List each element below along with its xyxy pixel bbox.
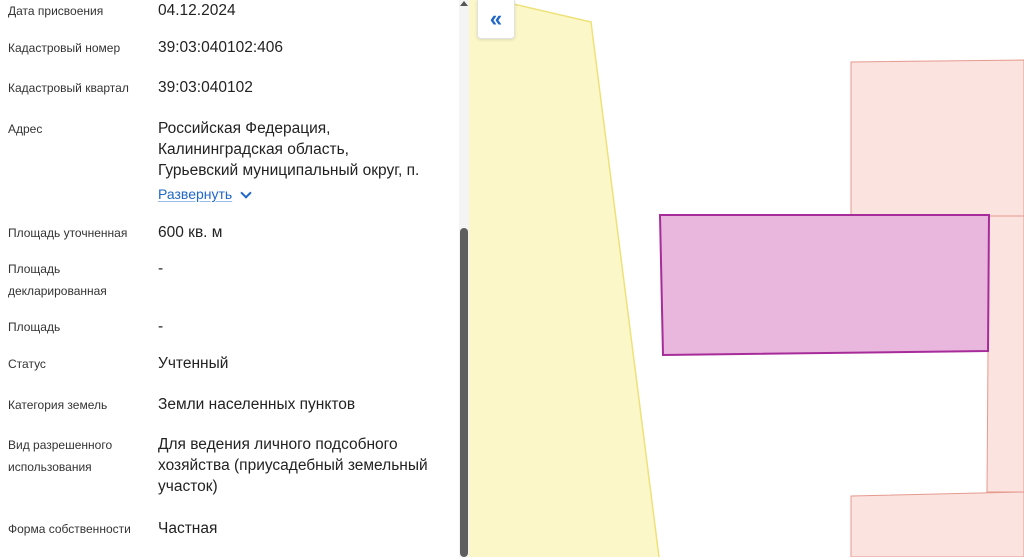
cadastral-map[interactable] <box>469 0 1024 557</box>
field-value: Российская Федерация, Калининградская об… <box>158 118 453 205</box>
field-label: Вид разрешенного использования <box>8 434 112 478</box>
field-value: Частная <box>158 520 218 537</box>
field-value: - <box>158 260 164 277</box>
selected-parcel[interactable] <box>658 214 991 357</box>
collapse-panel-button[interactable]: « <box>477 0 515 39</box>
field-value: 600 кв. м <box>158 224 223 241</box>
field-label: Кадастровый квартал <box>8 81 129 95</box>
label-line: Вид разрешенного <box>8 438 113 452</box>
label-line: Площадь <box>8 262 61 276</box>
panel-scrollbar[interactable] <box>459 0 469 557</box>
field-label: Категория земель <box>8 398 108 412</box>
label-line: использования <box>8 460 92 474</box>
double-chevron-left-icon: « <box>489 6 503 31</box>
address-line: Российская Федерация, <box>158 120 331 137</box>
field-label: Адрес <box>8 122 43 136</box>
field-value: Для ведения личного подсобного хозяйства… <box>158 434 453 497</box>
field-value: 39:03:040102 <box>158 79 253 96</box>
value-line: участок) <box>158 478 218 495</box>
scrollbar-thumb[interactable] <box>460 228 468 557</box>
field-label: Форма собственности <box>8 522 131 536</box>
field-label: Площадь <box>8 320 61 334</box>
field-label: Статус <box>8 357 46 371</box>
chevron-down-icon <box>240 186 252 199</box>
map-canvas[interactable] <box>469 0 1024 557</box>
neighbor-parcel-right[interactable] <box>986 215 1024 493</box>
field-value: 39:03:040102:406 <box>158 39 283 56</box>
parcel-info-panel: Дата присвоения 04.12.2024 Кадастровый н… <box>0 0 462 557</box>
address-line: Гурьевский муниципальный округ, п. <box>158 162 420 179</box>
neighbor-parcel-bottom-right[interactable] <box>850 491 1024 557</box>
value-line: хозяйства (приусадебный земельный <box>158 457 428 474</box>
label-line: декларированная <box>8 284 107 298</box>
field-value: Земли населенных пунктов <box>158 396 356 413</box>
expand-address-link[interactable]: Развернуть <box>158 184 252 205</box>
field-label: Кадастровый номер <box>8 41 121 55</box>
field-value: - <box>158 318 164 335</box>
field-label: Дата присвоения <box>8 4 104 18</box>
scroll-up-arrow-icon[interactable] <box>459 0 469 8</box>
value-line: Для ведения личного подсобного <box>158 436 398 453</box>
field-value: Учтенный <box>158 355 229 372</box>
neighbor-parcel-top-right[interactable] <box>850 59 1024 217</box>
yellow-zone-parcel[interactable] <box>469 0 659 557</box>
address-line: Калининградская область, <box>158 141 349 158</box>
field-value: 04.12.2024 <box>158 2 236 19</box>
field-label: Площадь декларированная <box>8 258 107 302</box>
field-label: Площадь уточненная <box>8 226 128 240</box>
expand-link-label: Развернуть <box>158 186 233 202</box>
